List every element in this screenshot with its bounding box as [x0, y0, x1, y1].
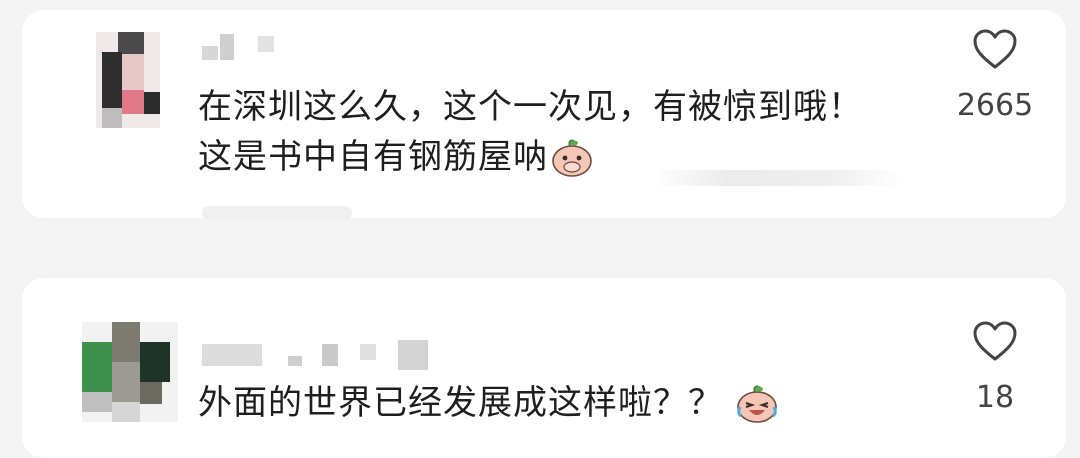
comment-line: 在深圳这么久，这个一次见，有被惊到哦！ [198, 87, 863, 127]
blurred-text [652, 170, 902, 186]
like-count: 2665 [956, 88, 1034, 123]
comment-line: 外面的世界已经发展成这样啦？？ [198, 378, 779, 428]
comment-card: 在深圳这么久，这个一次见，有被惊到哦！ 这是书中自有钢筋屋呐 2665 [22, 10, 1066, 220]
crying-laughing-peach-icon [735, 383, 779, 423]
like-button[interactable]: 18 [940, 320, 1050, 415]
blurred-text [202, 206, 352, 220]
heart-icon [973, 29, 1017, 69]
heart-icon [973, 321, 1017, 361]
avatar[interactable] [96, 32, 160, 128]
covering-mouth-peach-icon [550, 137, 594, 177]
comment-text: 在深圳这么久，这个一次见，有被惊到哦！ 这是书中自有钢筋屋呐 [198, 82, 863, 182]
like-button[interactable]: 2665 [940, 28, 1050, 123]
comment-text: 外面的世界已经发展成这样啦？？ [198, 378, 779, 428]
comment-card: 外面的世界已经发展成这样啦？？ 18 [22, 278, 1066, 458]
avatar[interactable] [82, 322, 178, 422]
like-count: 18 [975, 380, 1015, 415]
